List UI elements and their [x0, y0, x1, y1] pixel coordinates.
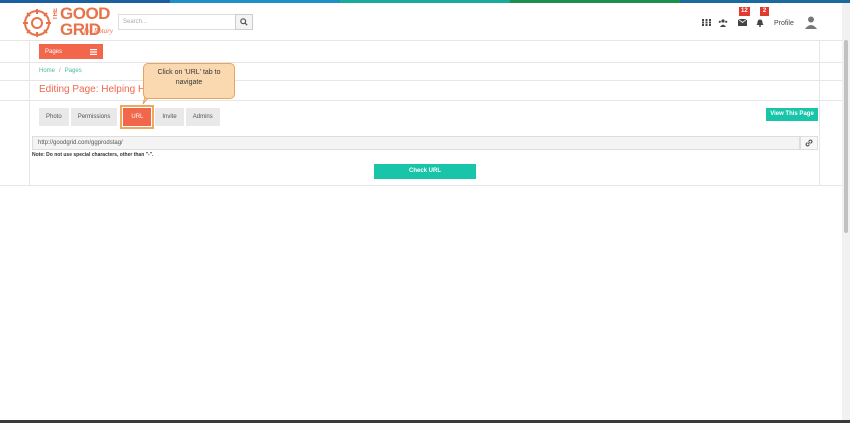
tab-url[interactable]: URL	[120, 105, 155, 129]
tab-photo[interactable]: Photo	[39, 108, 69, 126]
breadcrumb-current[interactable]: Pages	[65, 68, 82, 74]
row-divider	[0, 185, 842, 186]
pages-menu-button[interactable]: Pages	[39, 44, 103, 59]
search-button[interactable]	[235, 14, 253, 30]
notifications-count-badge: 2	[760, 7, 769, 16]
tab-admins[interactable]: Admins	[185, 108, 220, 126]
link-icon	[805, 139, 813, 147]
good-grid-logo[interactable]: THE GOOD GRID for Rotary	[22, 5, 118, 40]
row-divider	[0, 62, 842, 63]
breadcrumb-separator: /	[59, 68, 61, 74]
messages-count-badge: 12	[739, 7, 750, 16]
app-header: THE GOOD GRID for Rotary Search... 12 2 …	[0, 3, 842, 41]
hamburger-icon	[90, 48, 97, 55]
scrollbar-thumb[interactable]	[844, 40, 848, 233]
page-tabs: Photo Permissions URL Invite Admins	[39, 105, 220, 129]
rotary-wheel-icon	[23, 9, 51, 37]
search-icon	[240, 18, 248, 26]
row-divider	[0, 100, 842, 101]
avatar[interactable]	[804, 15, 818, 29]
guide-tooltip: Click on 'URL' tab to navigate	[143, 63, 235, 99]
url-input[interactable]: http://goodgrid.com/ggprodstag/	[32, 136, 800, 150]
tab-permissions[interactable]: Permissions	[70, 108, 118, 126]
logo-the: THE	[53, 8, 59, 20]
users-icon[interactable]	[718, 19, 728, 29]
envelope-glyph	[737, 18, 747, 26]
tab-invite[interactable]: Invite	[155, 108, 184, 126]
bell-glyph	[756, 19, 764, 27]
bell-icon[interactable]	[755, 19, 765, 29]
link-button[interactable]	[800, 136, 818, 150]
url-note: Note: Do not use special characters, oth…	[32, 152, 154, 158]
logo-subtitle: for Rotary	[84, 27, 113, 35]
envelope-icon[interactable]	[737, 18, 747, 29]
pages-menu-label: Pages	[45, 48, 63, 55]
row-divider	[0, 80, 842, 81]
apps-grid-glyph	[701, 19, 711, 26]
breadcrumb-home[interactable]: Home	[39, 68, 55, 74]
user-avatar-icon	[804, 15, 818, 29]
check-url-button[interactable]: Check URL	[374, 164, 476, 179]
apps-grid-icon[interactable]	[701, 19, 711, 29]
page-title: Editing Page: Helping Han	[39, 84, 157, 95]
view-this-page-button[interactable]: View This Page	[766, 108, 818, 121]
breadcrumb: Home / Pages	[39, 68, 82, 74]
profile-link[interactable]: Profile	[774, 20, 794, 27]
users-glyph	[718, 19, 728, 27]
search-input[interactable]: Search...	[118, 14, 236, 30]
